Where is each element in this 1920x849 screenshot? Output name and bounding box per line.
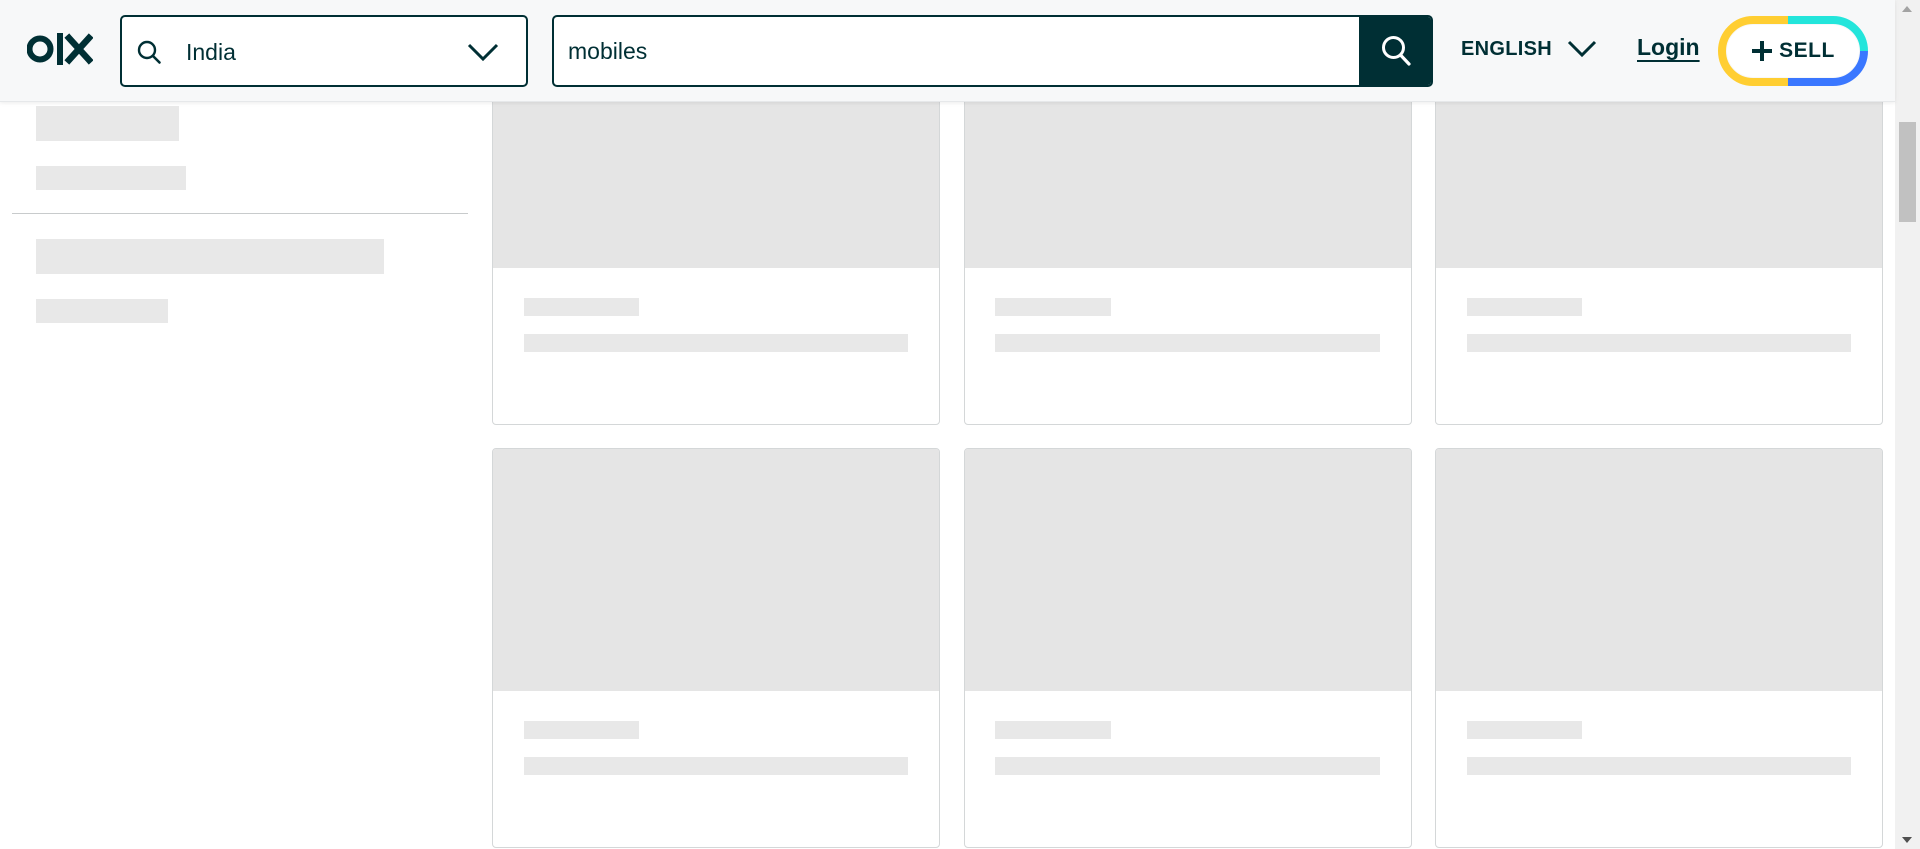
language-selector[interactable]: ENGLISH	[1461, 34, 1598, 64]
page-scrollbar[interactable]	[1895, 0, 1920, 849]
listing-title-placeholder	[524, 334, 908, 352]
listing-title-placeholder	[524, 757, 908, 775]
chevron-down-icon[interactable]	[466, 41, 500, 63]
listing-card-skeleton	[964, 80, 1412, 425]
scroll-down-arrow-icon[interactable]	[1902, 837, 1912, 843]
listing-price-placeholder	[1467, 298, 1582, 316]
listing-price-placeholder	[995, 721, 1111, 739]
sidebar-skeleton-heading	[36, 106, 179, 141]
sell-label: SELL	[1779, 39, 1835, 62]
listing-title-placeholder	[995, 334, 1380, 352]
location-selector[interactable]: India	[120, 15, 528, 87]
listing-image-placeholder	[965, 81, 1411, 268]
listing-card-skeleton	[1435, 80, 1883, 425]
search-button[interactable]	[1359, 17, 1431, 85]
listing-card-skeleton	[964, 448, 1412, 848]
listing-image-placeholder	[965, 449, 1411, 691]
listing-price-placeholder	[524, 298, 639, 316]
plus-icon	[1752, 41, 1773, 61]
login-link[interactable]: Login	[1637, 34, 1700, 61]
listing-title-placeholder	[995, 757, 1380, 775]
search-icon	[1382, 36, 1411, 66]
search-input[interactable]	[554, 17, 1359, 85]
listing-image-placeholder	[1436, 449, 1882, 691]
sidebar-skeleton-line	[36, 166, 186, 190]
listing-title-placeholder	[1467, 757, 1851, 775]
sell-button-inner: SELL	[1727, 25, 1859, 77]
listing-title-placeholder	[1467, 334, 1851, 352]
scroll-up-arrow-icon[interactable]	[1902, 6, 1912, 12]
listing-card-skeleton	[1435, 448, 1883, 848]
listing-image-placeholder	[1436, 81, 1882, 268]
sell-button[interactable]: SELL	[1718, 16, 1868, 86]
listing-price-placeholder	[524, 721, 639, 739]
listing-image-placeholder	[493, 81, 939, 268]
location-value: India	[186, 39, 236, 65]
sidebar-skeleton-heading	[36, 239, 384, 274]
language-label: ENGLISH	[1461, 37, 1552, 60]
sidebar-divider	[12, 213, 468, 214]
listing-image-placeholder	[493, 449, 939, 691]
sidebar-skeleton-line	[36, 299, 168, 323]
listing-price-placeholder	[995, 298, 1111, 316]
olx-logo[interactable]: olx	[27, 32, 93, 66]
search-icon	[137, 40, 161, 64]
chevron-down-icon	[1567, 40, 1597, 58]
listing-price-placeholder	[1467, 721, 1582, 739]
listing-card-skeleton	[492, 448, 940, 848]
search-bar	[552, 15, 1433, 87]
listing-card-skeleton	[492, 80, 940, 425]
top-header: olx India ENGLISH Login	[0, 0, 1895, 102]
scroll-thumb[interactable]	[1899, 122, 1916, 222]
